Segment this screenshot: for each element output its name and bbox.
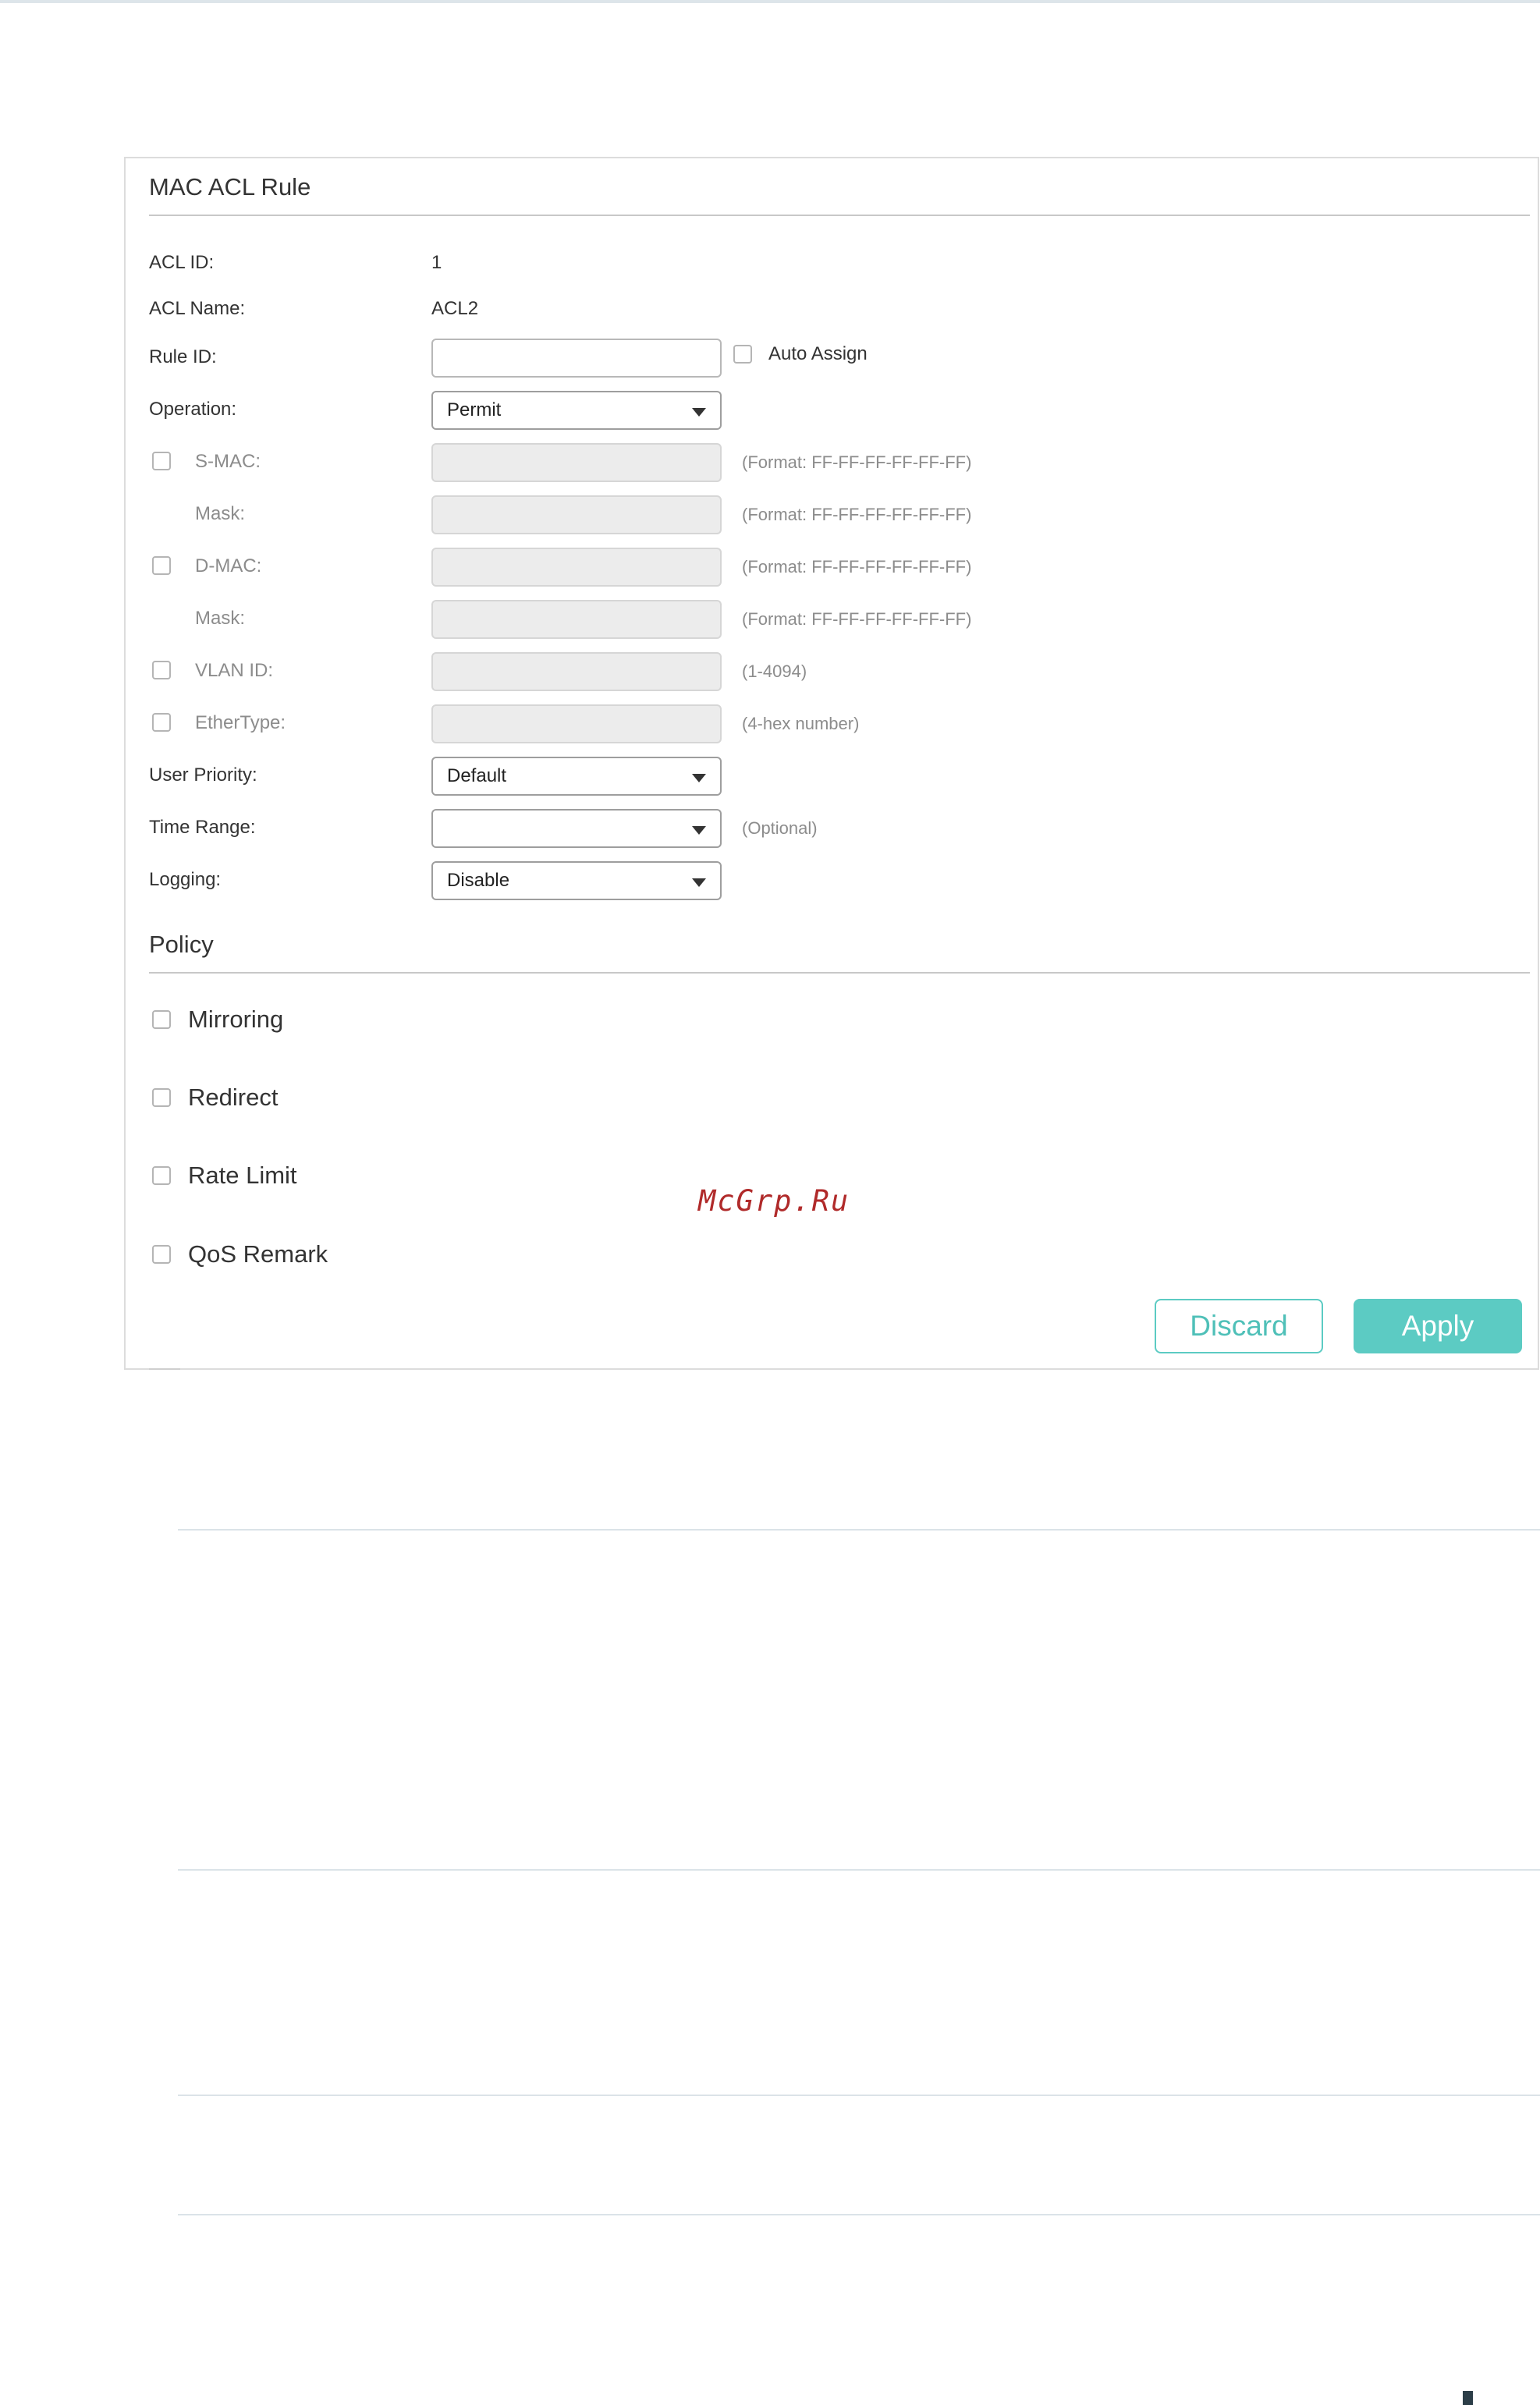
dmac-checkbox[interactable] bbox=[152, 556, 171, 575]
rate-limit-label: Rate Limit bbox=[188, 1162, 297, 1189]
logging-label: Logging: bbox=[149, 869, 222, 890]
smac-hint: (Format: FF-FF-FF-FF-FF-FF) bbox=[742, 452, 972, 472]
logging-selected-value: Disable bbox=[447, 870, 510, 891]
ethertype-label: EtherType: bbox=[195, 712, 286, 733]
rate-limit-checkbox[interactable] bbox=[152, 1166, 171, 1185]
chevron-down-icon bbox=[692, 878, 706, 887]
operation-select[interactable]: Permit bbox=[431, 391, 722, 430]
mirroring-label: Mirroring bbox=[188, 1006, 284, 1033]
auto-assign-checkbox[interactable] bbox=[733, 345, 752, 364]
top-border bbox=[0, 0, 1540, 3]
separator-line bbox=[178, 1869, 1540, 1871]
page-corner-mark bbox=[1463, 2391, 1473, 2405]
section-title-mac-acl-rule: MAC ACL Rule bbox=[149, 173, 311, 200]
dmac-hint: (Format: FF-FF-FF-FF-FF-FF) bbox=[742, 557, 972, 576]
chevron-down-icon bbox=[692, 408, 706, 417]
separator-line bbox=[178, 2214, 1540, 2215]
smac-checkbox[interactable] bbox=[152, 452, 171, 470]
smac-mask-hint: (Format: FF-FF-FF-FF-FF-FF) bbox=[742, 505, 972, 524]
vlan-id-hint: (1-4094) bbox=[742, 662, 807, 681]
dmac-label: D-MAC: bbox=[195, 555, 262, 576]
qos-remark-label: QoS Remark bbox=[188, 1240, 328, 1268]
watermark-text: McGrp.Ru bbox=[698, 1184, 850, 1218]
acl-id-label: ACL ID: bbox=[149, 252, 215, 273]
redirect-label: Redirect bbox=[188, 1084, 279, 1111]
user-priority-selected-value: Default bbox=[447, 765, 507, 786]
vlan-id-label: VLAN ID: bbox=[195, 660, 274, 681]
vlan-id-checkbox[interactable] bbox=[152, 661, 171, 679]
smac-mask-input[interactable] bbox=[431, 495, 722, 534]
chevron-down-icon bbox=[692, 774, 706, 782]
section-divider bbox=[149, 215, 1530, 216]
separator-line bbox=[178, 1529, 1540, 1531]
chevron-down-icon bbox=[692, 826, 706, 835]
qos-remark-checkbox[interactable] bbox=[152, 1245, 171, 1264]
rule-id-label: Rule ID: bbox=[149, 346, 217, 367]
user-priority-label: User Priority: bbox=[149, 764, 257, 786]
auto-assign-label: Auto Assign bbox=[768, 343, 868, 364]
logging-select[interactable]: Disable bbox=[431, 861, 722, 900]
operation-selected-value: Permit bbox=[447, 399, 502, 420]
time-range-label: Time Range: bbox=[149, 817, 256, 838]
acl-name-label: ACL Name: bbox=[149, 298, 246, 319]
section-title-policy: Policy bbox=[149, 931, 214, 958]
ethertype-input[interactable] bbox=[431, 704, 722, 743]
smac-label: S-MAC: bbox=[195, 451, 261, 472]
smac-input[interactable] bbox=[431, 443, 722, 482]
dmac-mask-hint: (Format: FF-FF-FF-FF-FF-FF) bbox=[742, 609, 972, 629]
acl-id-value: 1 bbox=[431, 252, 442, 273]
redirect-checkbox[interactable] bbox=[152, 1088, 171, 1107]
apply-button[interactable]: Apply bbox=[1354, 1299, 1522, 1353]
operation-label: Operation: bbox=[149, 399, 237, 420]
rule-id-input[interactable] bbox=[431, 339, 722, 378]
time-range-hint: (Optional) bbox=[742, 818, 818, 838]
user-priority-select[interactable]: Default bbox=[431, 757, 722, 796]
dmac-mask-input[interactable] bbox=[431, 600, 722, 639]
acl-name-value: ACL2 bbox=[431, 298, 479, 319]
vlan-id-input[interactable] bbox=[431, 652, 722, 691]
discard-button[interactable]: Discard bbox=[1155, 1299, 1323, 1353]
dmac-input[interactable] bbox=[431, 548, 722, 587]
separator-line bbox=[178, 2095, 1540, 2096]
policy-divider bbox=[149, 972, 1530, 974]
smac-mask-label: Mask: bbox=[195, 503, 246, 524]
panel-corner-stub bbox=[149, 1368, 180, 1370]
ethertype-hint: (4-hex number) bbox=[742, 714, 860, 733]
dmac-mask-label: Mask: bbox=[195, 608, 246, 629]
ethertype-checkbox[interactable] bbox=[152, 713, 171, 732]
mirroring-checkbox[interactable] bbox=[152, 1010, 171, 1029]
time-range-select[interactable] bbox=[431, 809, 722, 848]
